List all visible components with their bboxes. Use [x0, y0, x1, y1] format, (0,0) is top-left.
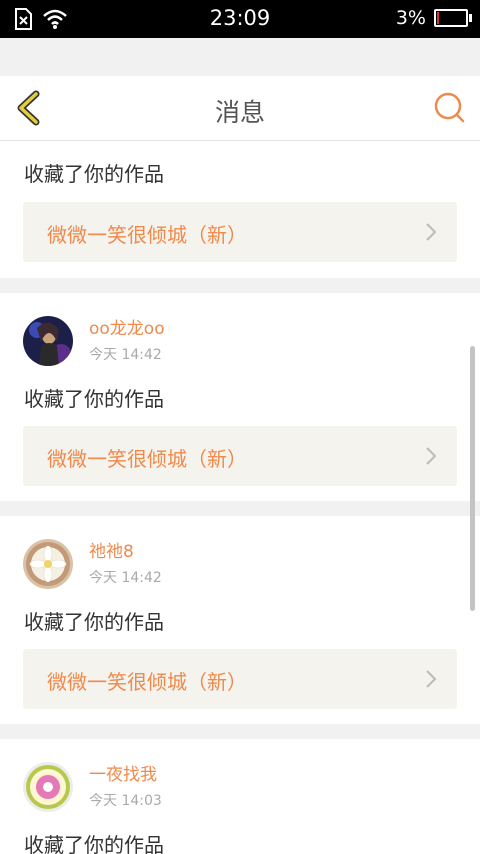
- work-title: 微微一笑很倾城（新）: [47, 447, 247, 471]
- chevron-right-icon: [426, 447, 437, 465]
- timestamp: 今天 14:42: [89, 570, 162, 586]
- message-sender[interactable]: 祂祂8 今天 14:42: [23, 538, 162, 590]
- message-action: 收藏了你的作品: [24, 833, 164, 854]
- message-sender[interactable]: oo龙龙oo 今天 14:42: [23, 315, 165, 367]
- username[interactable]: 一夜找我: [89, 764, 162, 786]
- message-card: 收藏了你的作品 微微一笑很倾城（新）: [0, 141, 480, 278]
- page-title: 消息: [214, 98, 265, 127]
- timestamp: 今天 14:42: [89, 347, 162, 363]
- app-header: 消息: [0, 76, 480, 141]
- work-title: 微微一笑很倾城（新）: [47, 670, 247, 694]
- top-spacer: [0, 38, 480, 76]
- scrollbar[interactable]: [470, 346, 475, 611]
- work-link[interactable]: 微微一笑很倾城（新）: [23, 649, 457, 709]
- battery-percent: 3%: [395, 7, 426, 29]
- work-title: 微微一笑很倾城（新）: [47, 223, 247, 247]
- username[interactable]: oo龙龙oo: [89, 318, 165, 340]
- avatar[interactable]: [23, 539, 73, 589]
- message-card: 祂祂8 今天 14:42 收藏了你的作品 微微一笑很倾城（新）: [0, 516, 480, 724]
- message-card: oo龙龙oo 今天 14:42 收藏了你的作品 微微一笑很倾城（新）: [0, 293, 480, 501]
- battery-icon: [434, 9, 472, 27]
- avatar[interactable]: [23, 762, 73, 812]
- work-link[interactable]: 微微一笑很倾城（新）: [23, 202, 457, 262]
- username[interactable]: 祂祂8: [89, 541, 162, 563]
- search-icon: [434, 92, 465, 123]
- message-action: 收藏了你的作品: [24, 387, 164, 411]
- chevron-right-icon: [426, 670, 437, 688]
- chevron-right-icon: [426, 223, 437, 241]
- message-action: 收藏了你的作品: [24, 162, 164, 186]
- work-link[interactable]: 微微一笑很倾城（新）: [23, 426, 457, 486]
- message-sender[interactable]: 一夜找我 今天 14:03: [23, 761, 162, 813]
- message-card: 一夜找我 今天 14:03 收藏了你的作品: [0, 739, 480, 854]
- avatar[interactable]: [23, 316, 73, 366]
- search-button[interactable]: [432, 90, 466, 124]
- message-list[interactable]: 收藏了你的作品 微微一笑很倾城（新） oo龙龙oo 今天 14:42 收藏了你的…: [0, 141, 480, 854]
- timestamp: 今天 14:03: [89, 793, 162, 809]
- message-action: 收藏了你的作品: [24, 610, 164, 634]
- status-bar: 23:09 3%: [0, 0, 480, 38]
